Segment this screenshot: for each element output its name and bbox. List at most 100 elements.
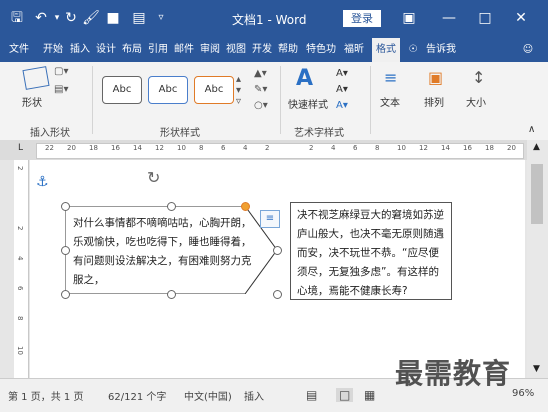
arrange-button[interactable]: 排列 <box>424 94 444 109</box>
close-icon[interactable]: ✕ <box>512 9 530 27</box>
page[interactable]: ⚓ ↻ 对什么事情都不嘀嘀咕咕，心胸开朗，乐观愉快，吃也吃得下，睡也睡得着，有问… <box>30 160 525 378</box>
quick-style-icon[interactable]: A <box>296 66 313 91</box>
tab-mailings[interactable]: 邮件 <box>172 38 196 62</box>
lightbulb-icon[interactable]: ☉ <box>404 38 422 62</box>
shape-textbox-left[interactable]: 对什么事情都不嘀嘀咕咕，心胸开朗，乐观愉快，吃也吃得下，睡也睡得着，有问题则设法… <box>61 202 282 299</box>
ruler-tick: 4 <box>243 144 248 152</box>
ruler-tick: 20 <box>67 144 76 152</box>
customize-icon[interactable]: ▿ <box>152 9 170 27</box>
quick-style-button[interactable]: 快速样式 <box>288 96 328 111</box>
left-shape-text[interactable]: 对什么事情都不嘀嘀咕咕，心胸开朗，乐观愉快，吃也吃得下，睡也睡得着，有问题则设法… <box>73 214 255 290</box>
redo-icon[interactable]: ↻ <box>62 9 80 27</box>
read-mode-icon[interactable]: ▤ <box>306 388 317 402</box>
page-count[interactable]: 第 1 页，共 1 页 <box>8 388 83 403</box>
share-icon[interactable]: ☺ <box>516 38 540 62</box>
tab-tell-me[interactable]: 告诉我 <box>422 38 460 62</box>
anchor-icon: ⚓ <box>36 174 49 190</box>
tab-insert[interactable]: 插入 <box>68 38 92 62</box>
insert-mode[interactable]: 插入 <box>244 388 264 403</box>
shape-button[interactable]: 形状 <box>22 94 42 109</box>
vertical-scrollbar[interactable]: ▲ ▼ <box>527 140 548 378</box>
resize-handle[interactable] <box>61 290 70 299</box>
collapse-ribbon-icon[interactable]: ∧ <box>528 124 535 135</box>
text-effects-icon[interactable]: A▾ <box>336 100 348 111</box>
edit-shape-icon[interactable]: ▢▾ <box>54 66 68 77</box>
resize-handle[interactable] <box>61 246 70 255</box>
right-shape-text[interactable]: 决不视芝麻绿豆大的窘境如苏逆庐山般大，也决不毫无原则随遇而安，决不玩世不恭。“应… <box>297 206 449 301</box>
ruler-tick: 18 <box>485 144 494 152</box>
draw-textbox-icon[interactable]: ▤▾ <box>54 84 68 95</box>
style-preset-1[interactable]: Abc <box>102 76 142 104</box>
clear-format-icon[interactable]: ■ <box>104 9 122 27</box>
maximize-icon[interactable]: □ <box>476 9 494 27</box>
ruler-tick: 10 <box>397 144 406 152</box>
vertical-ruler: 2 2 4 6 8 10 <box>14 160 29 378</box>
tab-view[interactable]: 视图 <box>224 38 248 62</box>
save-icon[interactable]: 🖫 <box>8 9 26 27</box>
horizontal-ruler[interactable]: L 22 20 18 16 14 12 10 8 6 4 2 2 4 6 8 10 12 14 16 18 20 <box>0 140 548 160</box>
resize-handle[interactable] <box>167 202 176 211</box>
tab-format[interactable]: 格式 <box>372 38 400 62</box>
tab-design[interactable]: 设计 <box>94 38 118 62</box>
scroll-down-icon[interactable]: ▼ <box>533 364 540 374</box>
document-title: 文档1 - Word <box>232 13 307 27</box>
arrange-icon[interactable]: ▣ <box>428 68 443 87</box>
styles-more-icon[interactable]: ▴ ▾ ▿ <box>236 74 241 107</box>
ruler-tick: 6 <box>221 144 226 152</box>
word-count[interactable]: 62/121 个字 <box>108 388 166 403</box>
resize-handle[interactable] <box>273 290 282 299</box>
tab-help[interactable]: 帮助 <box>276 38 300 62</box>
minimize-icon[interactable]: — <box>440 9 458 27</box>
text-direction-icon[interactable]: ≡ <box>384 68 397 87</box>
text-fill-icon[interactable]: A▾ <box>336 68 348 79</box>
web-layout-icon[interactable]: ▦ <box>364 388 375 402</box>
tab-developer[interactable]: 开发 <box>250 38 274 62</box>
rotate-handle-icon[interactable]: ↻ <box>147 168 160 187</box>
size-button[interactable]: 大小 <box>466 94 486 109</box>
tab-foxit[interactable]: 福昕 <box>340 38 368 62</box>
ruler-tick: 14 <box>133 144 142 152</box>
text-outline-icon[interactable]: A▾ <box>336 84 348 95</box>
watermark-logo: 最需教育 <box>395 357 512 390</box>
fill-icon[interactable]: ▲▾ <box>254 68 267 79</box>
effects-icon[interactable]: ○▾ <box>254 100 268 111</box>
size-icon[interactable]: ↕ <box>472 68 485 87</box>
scroll-up-icon[interactable]: ▲ <box>533 142 540 152</box>
format-painter-icon[interactable]: 🖌 <box>82 9 100 27</box>
style-preset-3[interactable]: Abc <box>194 76 234 104</box>
language-indicator[interactable]: 中文(中国) <box>184 388 232 403</box>
tab-selector-icon[interactable]: L <box>18 143 23 153</box>
adjust-handle[interactable] <box>241 202 250 211</box>
ruler-tick: 2 <box>16 226 24 231</box>
tab-references[interactable]: 引用 <box>146 38 170 62</box>
shape-textbox-right[interactable]: 决不视芝麻绿豆大的窘境如苏逆庐山般大，也决不毫无原则随遇而安，决不玩世不恭。“应… <box>290 202 452 300</box>
shape-style-group-label: 形状样式 <box>160 128 200 139</box>
tab-file[interactable]: 文件 <box>4 38 34 62</box>
resize-handle[interactable] <box>273 246 282 255</box>
tab-home[interactable]: 开始 <box>38 38 68 62</box>
tab-featured[interactable]: 特色功 <box>304 38 338 62</box>
ruler-tick: 2 <box>265 144 270 152</box>
tab-review[interactable]: 审阅 <box>198 38 222 62</box>
zoom-level[interactable]: 96% <box>512 388 534 399</box>
tab-layout[interactable]: 布局 <box>120 38 144 62</box>
insert-shape-group-label: 插入形状 <box>30 128 70 139</box>
ruler-tick: 20 <box>507 144 516 152</box>
ruler-tick: 18 <box>89 144 98 152</box>
style-preset-2[interactable]: Abc <box>148 76 188 104</box>
shapes-icon[interactable] <box>22 66 50 90</box>
ruler-tick: 4 <box>331 144 336 152</box>
text-button[interactable]: 文本 <box>380 94 400 109</box>
resize-handle[interactable] <box>167 290 176 299</box>
view-layout-icon[interactable]: ▤ <box>130 9 148 27</box>
outline-icon[interactable]: ✎▾ <box>254 84 267 95</box>
ribbon-display-icon[interactable]: ▣ <box>400 9 418 27</box>
layout-options-icon[interactable]: ≡ <box>260 210 280 228</box>
resize-handle[interactable] <box>61 202 70 211</box>
scroll-thumb[interactable] <box>531 164 543 224</box>
ruler-tick: 8 <box>16 316 24 321</box>
print-layout-icon[interactable]: □ <box>336 388 354 402</box>
login-button[interactable]: 登录 <box>343 10 381 27</box>
ruler-tick: 8 <box>375 144 380 152</box>
ruler-tick: 6 <box>353 144 358 152</box>
